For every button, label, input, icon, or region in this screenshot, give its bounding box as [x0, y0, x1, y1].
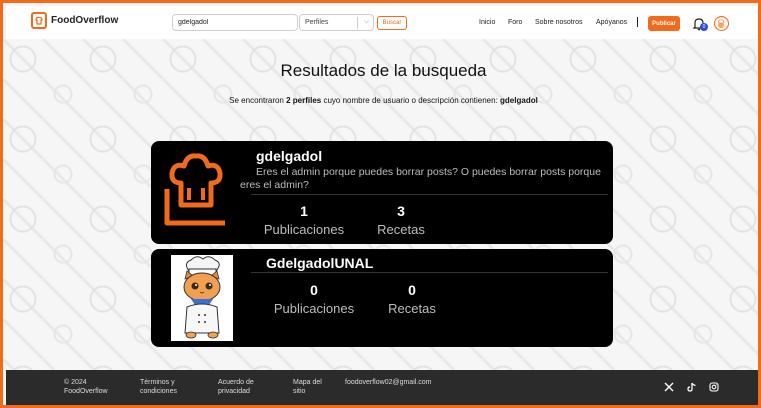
summary-middle: cuyo nombre de usuario o descripción con… [321, 96, 501, 105]
chef-hat-icon [31, 12, 47, 29]
logo[interactable]: FoodOverflow [31, 12, 118, 29]
chef-hat-icon [159, 152, 233, 232]
footer-sitemap-line2: sitio [293, 388, 306, 395]
publish-button[interactable]: Publicar [648, 16, 680, 31]
user-avatar[interactable] [714, 16, 729, 31]
profile-username[interactable]: GdelgadolUNAL [266, 255, 373, 271]
page-title: Resultados de la busqueda [280, 61, 487, 80]
logo-text: FoodOverflow [51, 15, 119, 26]
search-button[interactable]: Buscar [377, 16, 407, 30]
recipes-count: 0 [408, 282, 416, 298]
footer-link-sitemap[interactable]: Mapa del sitio [293, 378, 322, 396]
select-separator [357, 17, 358, 29]
footer-link-terms[interactable]: Términos y condiciones [140, 378, 177, 396]
footer-email[interactable]: foodoverflow02@gmail.com [345, 378, 431, 387]
instagram-icon[interactable] [709, 382, 719, 392]
tiktok-icon[interactable] [687, 382, 697, 392]
profile-username[interactable]: gdelgadol [256, 148, 322, 164]
posts-count: 1 [300, 203, 308, 219]
card-divider [251, 272, 608, 273]
footer-sitemap-line1: Mapa del [293, 379, 322, 386]
footer-copyright: © 2024 FoodOverflow [64, 378, 108, 396]
recipes-count: 3 [397, 203, 405, 219]
footer-privacy-line1: Acuerdo de [218, 379, 254, 386]
card-divider [251, 194, 608, 195]
recipes-label: Recetas [377, 222, 425, 237]
footer-terms-line2: condiciones [140, 388, 177, 395]
app-frame: FoodOverflow Perfiles ⌵ Buscar Inicio Fo… [0, 0, 761, 408]
chef-avatar-icon [718, 19, 724, 28]
footer-terms-line1: Términos y [140, 379, 175, 386]
footer-copyright-line2: FoodOverflow [64, 388, 108, 395]
search-input[interactable] [172, 14, 298, 31]
summary-prefix: Se encontraron [229, 96, 287, 105]
posts-count: 0 [310, 282, 318, 298]
chevron-down-icon: ⌵ [363, 18, 369, 25]
recipes-label: Recetas [388, 301, 436, 316]
x-icon[interactable] [664, 382, 674, 392]
summary-count: 2 perfiles [286, 96, 322, 105]
search-filter-select[interactable]: Perfiles ⌵ [299, 14, 374, 31]
nav-foro[interactable]: Foro [508, 19, 522, 26]
footer: © 2024 FoodOverflow Términos y condicion… [6, 370, 758, 405]
profile-card[interactable]: GdelgadolUNAL 0 Publicaciones 0 Recetas [151, 249, 613, 347]
posts-label: Publicaciones [263, 222, 345, 237]
notification-badge: 0 [700, 23, 708, 31]
cat-chef-avatar [171, 255, 233, 341]
footer-copyright-line1: © 2024 [64, 379, 87, 386]
footer-privacy-line2: privacidad [218, 388, 250, 395]
nav-divider [637, 17, 638, 27]
profile-description: Eres el admin porque puedes borrar posts… [240, 166, 601, 191]
footer-link-privacy[interactable]: Acuerdo de privacidad [218, 378, 254, 396]
profile-card[interactable]: gdelgadol Eres el admin porque puedes bo… [151, 141, 613, 244]
results-summary: Se encontraron 2 perfiles cuyo nombre de… [3, 96, 758, 105]
posts-label: Publicaciones [273, 301, 355, 316]
search-filter-value: Perfiles [305, 19, 329, 26]
nav-sobre-nosotros[interactable]: Sobre nosotros [535, 19, 582, 26]
nav-apoyanos[interactable]: Apóyanos [596, 19, 627, 26]
summary-query: gdelgadol [500, 96, 538, 105]
nav-inicio[interactable]: Inicio [479, 19, 495, 26]
